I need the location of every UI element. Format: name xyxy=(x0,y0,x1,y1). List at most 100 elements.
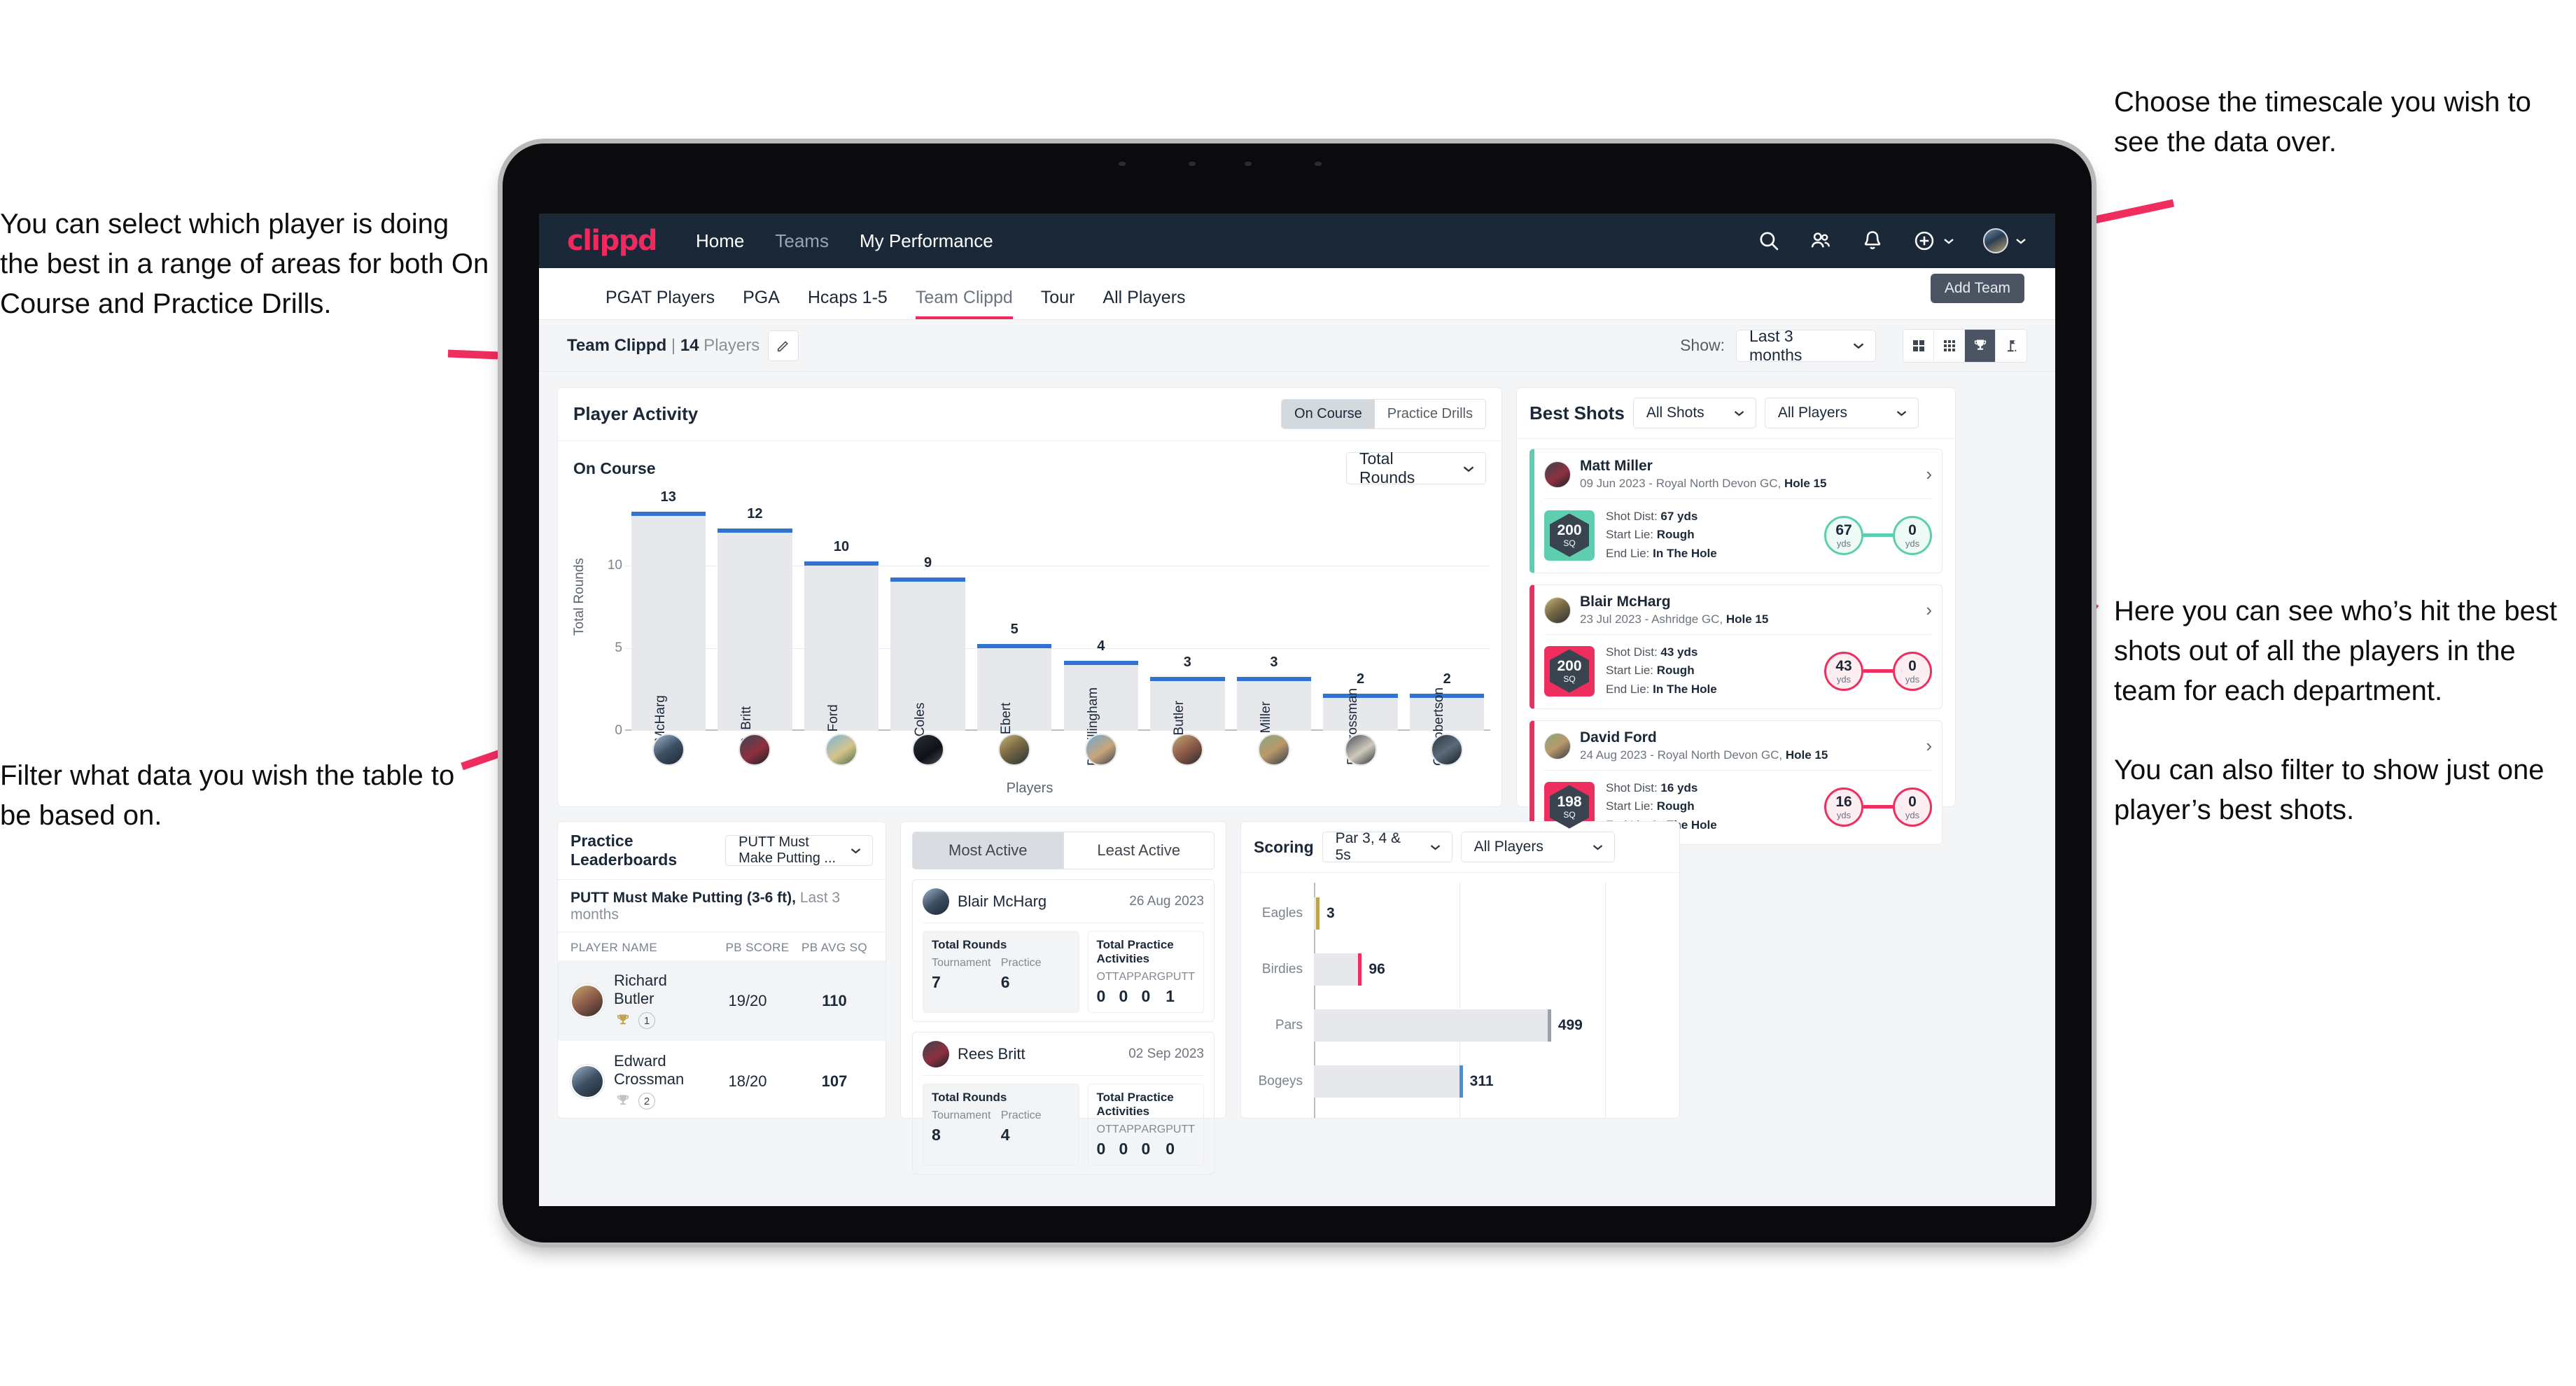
avatar[interactable] xyxy=(652,734,685,766)
leaderboard-pb-avg-sq: 110 xyxy=(822,991,847,1009)
chevron-right-icon[interactable]: › xyxy=(1926,463,1932,485)
nav-link-my-performance[interactable]: My Performance xyxy=(860,230,993,252)
search-icon[interactable] xyxy=(1757,229,1781,253)
chart-bar-column[interactable]: 12 R. Britt xyxy=(712,503,799,747)
tab-least-active[interactable]: Least Active xyxy=(1063,832,1214,869)
player-activity-card: Player Activity On Course Practice Drill… xyxy=(557,387,1502,807)
avatar[interactable] xyxy=(1344,734,1377,766)
scoring-row[interactable]: Bogeys 311 xyxy=(1254,1054,1667,1110)
user-avatar-menu[interactable] xyxy=(1983,228,2027,253)
avatar xyxy=(1544,732,1571,760)
shot-quality-hex: 200 SQ xyxy=(1550,649,1589,693)
chart-bar-column[interactable]: 10 D. Ford xyxy=(798,503,885,749)
chevron-down-icon[interactable] xyxy=(1942,237,1955,245)
scoring-bar-cap xyxy=(1547,1009,1551,1042)
nav-link-home[interactable]: Home xyxy=(696,230,744,252)
scoring-bar[interactable] xyxy=(1314,1065,1463,1098)
tab-all-players[interactable]: All Players xyxy=(1102,288,1185,319)
tab-pga[interactable]: PGA xyxy=(743,288,780,319)
chart-bar-column[interactable]: 4 D. Billingham xyxy=(1058,503,1144,766)
chart-bar-column[interactable]: 5 E. Ebert xyxy=(971,503,1058,750)
chart-bar-column[interactable]: 3 M. Miller xyxy=(1231,503,1317,752)
shot-from-value: 43 xyxy=(1835,657,1852,674)
tab-team-clippd[interactable]: Team Clippd xyxy=(915,288,1013,319)
best-shot-card[interactable]: Blair McHarg 23 Jul 2023 - Ashridge GC, H… xyxy=(1530,584,1942,710)
best-shot-hole: Hole 15 xyxy=(1726,612,1769,626)
practice-stat-label: ARG xyxy=(1141,1124,1166,1135)
segment-practice-drills[interactable]: Practice Drills xyxy=(1375,400,1485,428)
avatar[interactable] xyxy=(911,734,944,766)
chart-bar-column[interactable]: 3 R. Butler xyxy=(1144,503,1231,752)
chart-bar-column[interactable]: 2 C. Robertson xyxy=(1404,503,1490,766)
view-trophy-button[interactable] xyxy=(1965,329,1996,362)
metric-select[interactable]: Total Rounds xyxy=(1346,449,1486,486)
chevron-right-icon[interactable]: › xyxy=(1926,599,1932,621)
best-shots-player-filter[interactable]: All Players xyxy=(1764,398,1919,428)
player-activity-chart: Total Rounds 0 5 10 13 B. McHarg 12 R. Britt 1… xyxy=(558,489,1502,806)
view-flag-button[interactable] xyxy=(1996,330,2026,362)
scoring-row[interactable]: Pars 499 xyxy=(1254,997,1667,1054)
best-shot-card[interactable]: Matt Miller 09 Jun 2023 - Royal North Dev… xyxy=(1530,449,1942,574)
tab-tour[interactable]: Tour xyxy=(1041,288,1075,319)
best-shot-date-course: 24 Aug 2023 - Royal North Devon GC, xyxy=(1580,748,1786,762)
table-row[interactable]: Richard Butler 1 19/20 110 xyxy=(558,960,886,1041)
view-grid-large-button[interactable] xyxy=(1903,329,1934,362)
best-shot-player-name: David Ford xyxy=(1580,729,1657,746)
start-lie-line: Start Lie: Rough xyxy=(1606,526,1717,544)
scoring-bar[interactable] xyxy=(1314,897,1320,930)
scoring-row[interactable]: Birdies 96 xyxy=(1254,941,1667,997)
best-shots-shot-filter-value: All Shots xyxy=(1646,405,1704,421)
drill-select[interactable]: PUTT Must Make Putting ... xyxy=(725,834,873,866)
scoring-par-filter[interactable]: Par 3, 4 & 5s xyxy=(1322,830,1452,863)
scoring-row[interactable]: Eagles 3 xyxy=(1254,886,1667,941)
timescale-select[interactable]: Last 3 months xyxy=(1736,327,1876,364)
chart-y-tick: 10 xyxy=(607,557,622,573)
shot-quality-value: 198 xyxy=(1557,794,1582,811)
bell-icon[interactable] xyxy=(1861,229,1884,253)
shot-dist-line: Shot Dist: 16 yds xyxy=(1606,779,1717,797)
activity-player-card[interactable]: Blair McHarg 26 Aug 2023 Total Rounds Tourn… xyxy=(912,879,1214,1022)
total-rounds-title: Total Rounds xyxy=(932,1091,1007,1104)
people-icon[interactable] xyxy=(1809,229,1833,253)
avatar[interactable] xyxy=(738,734,771,766)
avatar[interactable] xyxy=(1171,734,1204,766)
best-shots-shot-filter[interactable]: All Shots xyxy=(1632,398,1756,428)
table-row[interactable]: Edward Crossman 2 18/20 107 xyxy=(558,1041,886,1121)
rounds-stat-label: Tournament xyxy=(932,1110,991,1121)
activity-player-card[interactable]: Rees Britt 02 Sep 2023 Total Rounds Tournam… xyxy=(912,1032,1214,1175)
tab-hcaps-1-5[interactable]: Hcaps 1-5 xyxy=(808,288,888,319)
scoring-player-filter[interactable]: All Players xyxy=(1460,832,1615,862)
avatar[interactable] xyxy=(1431,734,1464,766)
avatar xyxy=(923,888,949,915)
avatar[interactable] xyxy=(998,734,1031,766)
edit-team-button[interactable] xyxy=(768,330,799,361)
chevron-right-icon[interactable]: › xyxy=(1926,735,1932,757)
avatar[interactable] xyxy=(1257,734,1290,766)
rank-badge: 2 xyxy=(638,1093,655,1110)
plus-circle-icon[interactable] xyxy=(1912,229,1936,253)
scoring-bar[interactable] xyxy=(1314,953,1362,986)
clippd-logo[interactable]: clippd xyxy=(567,225,658,257)
chart-bar[interactable]: 5 xyxy=(977,622,1052,731)
practice-stat-label: PUTT xyxy=(1166,1124,1195,1135)
avatar[interactable] xyxy=(1084,734,1117,766)
chart-bar[interactable]: 2 xyxy=(1410,671,1485,731)
chart-bar-column[interactable]: 2 E. Crossman xyxy=(1317,503,1404,765)
segment-on-course[interactable]: On Course xyxy=(1282,400,1375,428)
chart-bar-column[interactable]: 13 B. McHarg xyxy=(625,489,712,758)
shot-to-circle: 0 yds xyxy=(1893,515,1932,555)
view-grid-small-button[interactable] xyxy=(1934,329,1965,362)
chart-avatar-cell xyxy=(712,734,799,766)
chevron-down-icon[interactable] xyxy=(2015,237,2027,245)
tab-pgat-players[interactable]: PGAT Players xyxy=(606,288,715,319)
tab-most-active[interactable]: Most Active xyxy=(912,832,1064,869)
chart-bar-column[interactable]: 9 J. Coles xyxy=(885,503,972,750)
total-practice-cols: OTT 0 APP 0 ARG 0 PUTT 0 xyxy=(1097,1124,1195,1158)
nav-link-teams[interactable]: Teams xyxy=(775,230,829,252)
start-lie-label: Start Lie: xyxy=(1606,528,1657,542)
shot-quality-unit: SQ xyxy=(1563,674,1576,685)
avatar[interactable] xyxy=(825,734,858,766)
chart-bar[interactable]: 3 xyxy=(1150,654,1225,731)
scoring-bar[interactable] xyxy=(1314,1009,1551,1042)
chart-bar[interactable]: 12 xyxy=(718,506,792,731)
